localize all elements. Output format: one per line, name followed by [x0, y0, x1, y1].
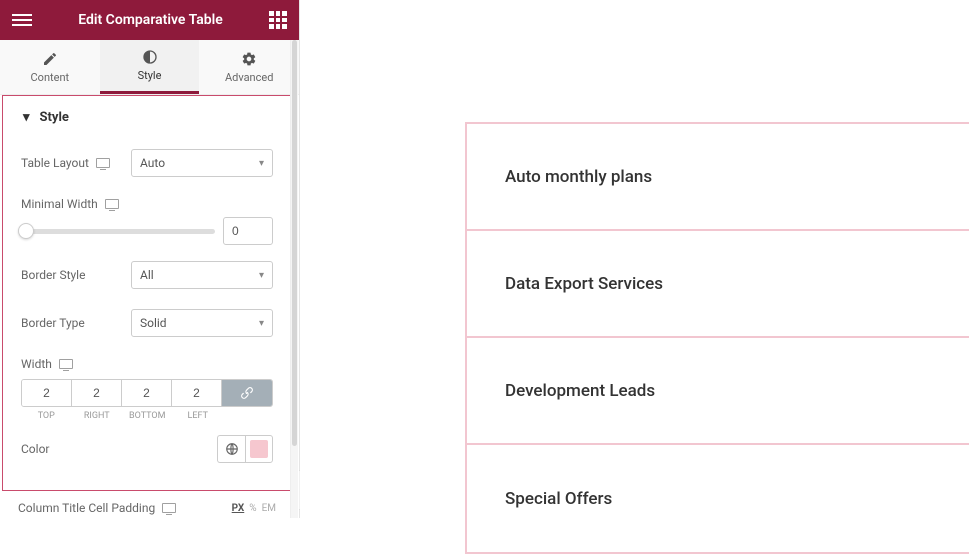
control-label-text: Minimal Width [21, 197, 98, 211]
border-type-select[interactable]: Solid ▾ [131, 309, 273, 337]
desktop-icon[interactable] [59, 359, 73, 369]
tab-label: Style [138, 69, 162, 82]
desktop-icon[interactable] [96, 158, 110, 168]
min-width-slider[interactable] [21, 229, 215, 234]
width-dimensions: TOP RIGHT BOTTOM LEFT [3, 375, 291, 423]
unit-px[interactable]: PX [232, 503, 245, 514]
control-min-width: Minimal Width [3, 187, 291, 211]
dim-label-bottom: BOTTOM [122, 411, 173, 421]
tab-style[interactable]: Style [100, 40, 200, 94]
panel-header: Edit Comparative Table [0, 0, 299, 40]
row-title: Auto monthly plans [505, 167, 652, 187]
chevron-down-icon: ▾ [259, 318, 264, 329]
control-border-style: Border Style All ▾ [3, 251, 291, 299]
global-color-button[interactable] [217, 435, 245, 463]
tab-advanced[interactable]: Advanced [199, 40, 299, 94]
table-row: Auto monthly plans [467, 124, 969, 231]
link-values-button[interactable] [222, 380, 272, 406]
desktop-icon[interactable] [105, 199, 119, 209]
table-layout-select[interactable]: Auto ▾ [131, 149, 273, 177]
caret-down-icon: ▾ [23, 110, 30, 125]
min-width-slider-row [3, 211, 291, 251]
comparative-table-preview: Auto monthly plans Data Export Services … [465, 122, 969, 554]
select-value: All [140, 268, 154, 282]
panel-title: Edit Comparative Table [32, 12, 269, 28]
tab-bar: Content Style Advanced [0, 40, 299, 95]
width-top-input[interactable] [22, 380, 72, 406]
unit-pct[interactable]: % [249, 503, 256, 514]
section-title: Style [40, 110, 69, 125]
unit-em[interactable]: EM [262, 503, 276, 514]
min-width-input[interactable] [223, 217, 273, 245]
dim-label-right: RIGHT [72, 411, 123, 421]
width-right-input[interactable] [72, 380, 122, 406]
select-value: Solid [140, 316, 167, 330]
control-label-text: Column Title Cell Padding [18, 501, 155, 515]
table-row: Special Offers [467, 445, 969, 552]
desktop-icon[interactable] [162, 503, 176, 513]
select-value: Auto [140, 156, 165, 170]
scrollbar-thumb[interactable] [292, 40, 297, 446]
tab-label: Advanced [225, 71, 273, 84]
border-style-select[interactable]: All ▾ [131, 261, 273, 289]
control-label-text: Width [21, 357, 52, 371]
preview-canvas: Auto monthly plans Data Export Services … [300, 0, 969, 518]
tab-content[interactable]: Content [0, 40, 100, 94]
width-bottom-input[interactable] [122, 380, 172, 406]
section-header-style[interactable]: ▾ Style [3, 96, 291, 139]
color-preview [250, 440, 268, 458]
contrast-icon [142, 49, 158, 65]
table-row: Development Leads [467, 338, 969, 445]
panel-scrollbar[interactable] [290, 40, 298, 518]
globe-icon [225, 442, 239, 456]
control-width: Width [3, 347, 291, 375]
control-label-text: Border Type [21, 316, 85, 330]
panel-content: ▾ Style Table Layout Auto ▾ Minimal Widt… [0, 95, 299, 518]
row-title: Data Export Services [505, 274, 663, 294]
dim-label-left: LEFT [173, 411, 224, 421]
control-label-text: Color [21, 442, 49, 456]
style-section-highlight: ▾ Style Table Layout Auto ▾ Minimal Widt… [2, 95, 292, 491]
control-label-text: Table Layout [21, 156, 89, 170]
apps-icon[interactable] [269, 11, 287, 29]
row-title: Development Leads [505, 381, 655, 401]
unit-switcher: PX % EM [232, 503, 276, 514]
control-border-type: Border Type Solid ▾ [3, 299, 291, 347]
chevron-down-icon: ▾ [259, 158, 264, 169]
pencil-icon [42, 51, 58, 67]
table-row: Data Export Services [467, 231, 969, 338]
menu-icon[interactable] [12, 10, 32, 30]
color-swatch[interactable] [245, 435, 273, 463]
control-table-layout: Table Layout Auto ▾ [3, 139, 291, 187]
row-title: Special Offers [505, 489, 612, 509]
gear-icon [241, 51, 257, 67]
control-cell-padding: Column Title Cell Padding PX % EM [0, 491, 294, 518]
control-label-text: Border Style [21, 268, 85, 282]
dim-label-top: TOP [21, 411, 72, 421]
chevron-down-icon: ▾ [259, 270, 264, 281]
tab-label: Content [31, 71, 70, 84]
link-icon [240, 386, 254, 400]
width-left-input[interactable] [172, 380, 222, 406]
slider-thumb[interactable] [18, 223, 34, 239]
editor-panel: Edit Comparative Table Content Style Adv… [0, 0, 300, 518]
control-color: Color [3, 423, 291, 475]
